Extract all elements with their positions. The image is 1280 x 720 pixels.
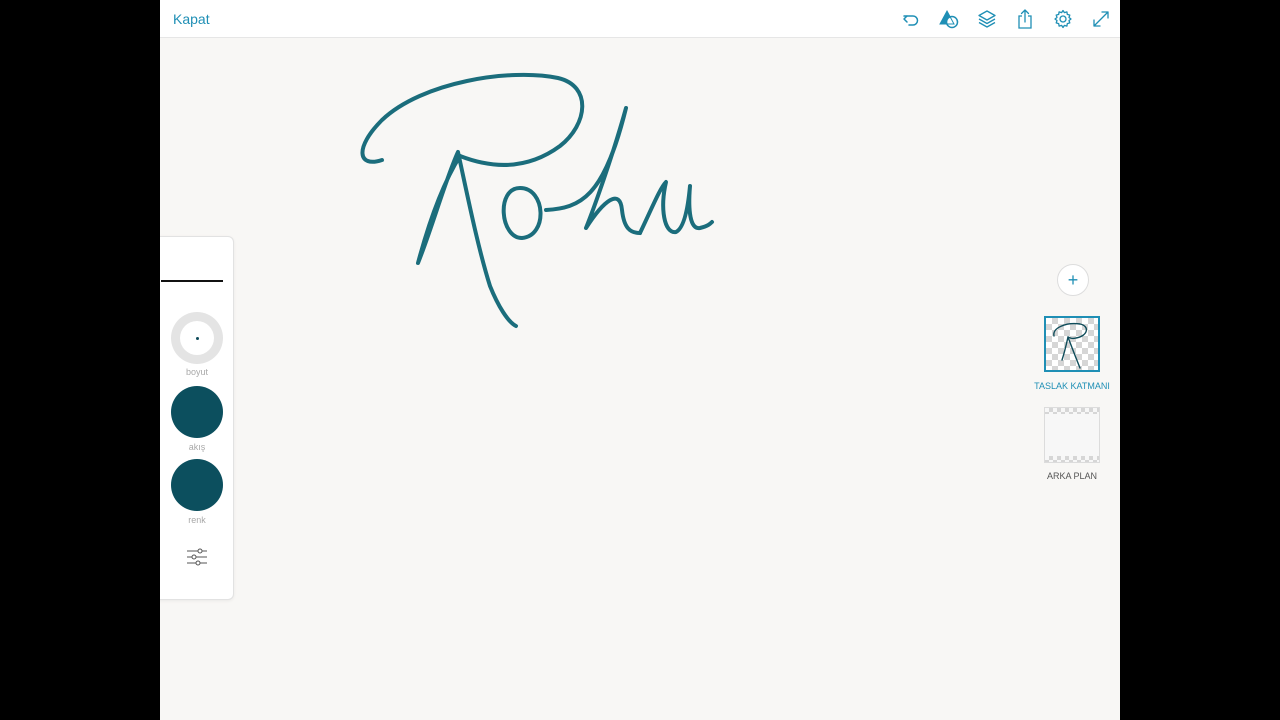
add-layer-button[interactable]: +: [1057, 264, 1089, 296]
sliders-icon[interactable]: [186, 546, 208, 568]
close-button[interactable]: Kapat: [173, 11, 210, 27]
brush-flow-control[interactable]: [171, 386, 223, 438]
shape-button[interactable]: [937, 7, 961, 31]
checker-pattern: [1045, 408, 1099, 414]
layer-thumbnail-background[interactable]: [1044, 407, 1100, 463]
brush-color-label: renk: [188, 515, 206, 525]
layers-button[interactable]: [975, 7, 999, 31]
fullscreen-icon: [1093, 11, 1109, 27]
fullscreen-button[interactable]: [1089, 7, 1113, 31]
brush-size-label: boyut: [185, 367, 209, 377]
brush-size-indicator: [180, 321, 214, 355]
brush-size-control[interactable]: [171, 312, 223, 364]
layer-preview-stroke: [1053, 322, 1087, 369]
brush-flow-label: akış: [188, 442, 206, 452]
layers-icon: [978, 10, 996, 28]
shape-icon: [939, 9, 959, 29]
undo-icon: [903, 15, 919, 26]
share-icon: [1018, 9, 1032, 29]
gear-icon: [1054, 9, 1072, 29]
layer-label-sketch: TASLAK KATMANI: [1034, 381, 1110, 391]
share-button[interactable]: [1013, 7, 1037, 31]
drawing-canvas[interactable]: boyut akış renk + TASLAK KATMANI ARKA PL…: [160, 38, 1120, 720]
top-toolbar: Kapat: [160, 0, 1120, 38]
handwriting-stroke: [360, 72, 714, 328]
brush-preview-line: [161, 280, 223, 282]
brush-size-dot: [195, 336, 199, 340]
app-window: Kapat boyut akış renk + TASLAK KATMANI A…: [160, 0, 1120, 720]
brush-panel: boyut akış renk: [160, 236, 234, 600]
layer-thumbnail-sketch[interactable]: [1044, 316, 1100, 372]
brush-color-swatch[interactable]: [171, 459, 223, 511]
checker-pattern: [1045, 456, 1099, 462]
undo-button[interactable]: [899, 7, 923, 31]
settings-button[interactable]: [1051, 7, 1075, 31]
layer-label-background: ARKA PLAN: [1046, 471, 1098, 481]
